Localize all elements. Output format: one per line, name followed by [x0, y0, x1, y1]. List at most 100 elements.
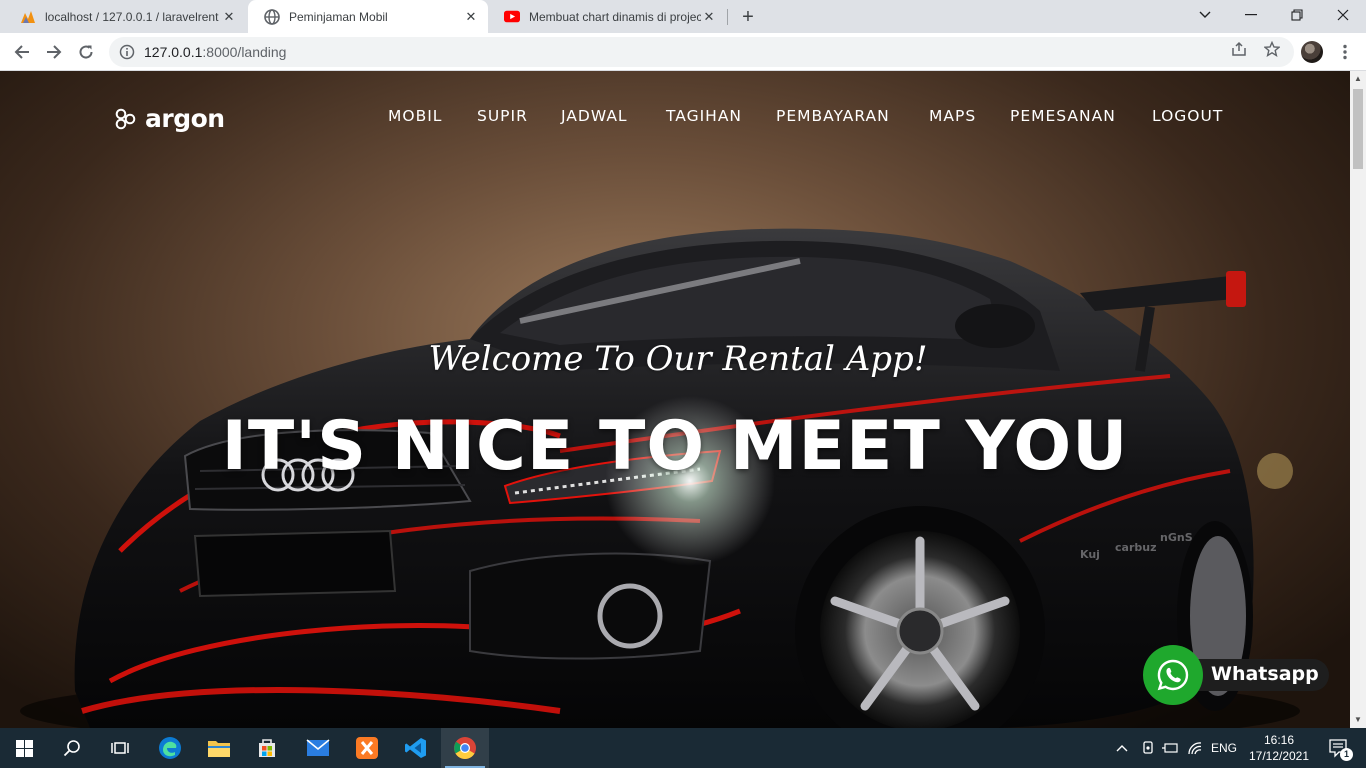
reload-button[interactable]	[72, 38, 100, 66]
reload-icon	[79, 45, 93, 59]
landing-page: Kuj carbuz nGnS argon MOBIL SUPIR JADWAL T…	[0, 71, 1350, 728]
vscode-button[interactable]	[392, 728, 440, 768]
svg-text:carbuz: carbuz	[1115, 541, 1156, 554]
scroll-up-icon[interactable]: ▲	[1354, 75, 1362, 83]
url-path: :8000/landing	[202, 44, 287, 60]
xampp-button[interactable]	[343, 728, 391, 768]
nav-mobil[interactable]: MOBIL	[388, 107, 442, 125]
language-indicator[interactable]: ENG	[1208, 728, 1240, 768]
hero-heading: IT'S NICE TO MEET YOU	[221, 407, 1129, 486]
new-tab-button[interactable]: +	[736, 5, 760, 29]
edge-app-button[interactable]	[146, 728, 194, 768]
nav-supir[interactable]: SUPIR	[477, 107, 528, 125]
url-host: 127.0.0.1	[144, 44, 203, 60]
search-button[interactable]	[48, 728, 96, 768]
phpmyadmin-icon	[20, 9, 36, 25]
browser-toolbar: 127.0.0.1:8000/landing	[0, 33, 1366, 71]
wifi-icon	[1188, 742, 1202, 755]
nav-logout[interactable]: LOGOUT	[1152, 107, 1223, 125]
close-icon	[1337, 9, 1349, 21]
clock-time: 16:16	[1263, 733, 1295, 747]
minimize-icon	[1245, 14, 1257, 16]
nav-maps[interactable]: MAPS	[929, 107, 976, 125]
whatsapp-button[interactable]: Whatsapp	[1143, 645, 1329, 705]
windows-logo-icon	[15, 739, 33, 757]
system-clock[interactable]: 16:16 17/12/2021	[1244, 732, 1314, 764]
whatsapp-label: Whatsapp	[1211, 663, 1319, 685]
wifi-tray[interactable]	[1185, 728, 1205, 768]
profile-avatar[interactable]	[1301, 41, 1323, 63]
battery-plug-icon	[1162, 743, 1178, 753]
address-bar[interactable]: 127.0.0.1:8000/landing	[109, 37, 1294, 67]
nav-pemesanan[interactable]: PEMESANAN	[1010, 107, 1116, 125]
hero-lead: Welcome To Our Rental App!	[428, 339, 928, 379]
scroll-down-icon[interactable]: ▼	[1354, 716, 1362, 724]
notification-count-badge: 1	[1340, 748, 1353, 761]
bookmark-button[interactable]	[1263, 40, 1281, 58]
show-hidden-icons-button[interactable]	[1112, 728, 1132, 768]
restore-button[interactable]	[1274, 0, 1320, 30]
tab-youtube[interactable]: Membuat chart dinamis di project ✕	[488, 0, 726, 33]
share-button[interactable]	[1230, 40, 1248, 58]
xampp-icon	[356, 737, 378, 759]
windows-taskbar: ENG 16:16 17/12/2021 1	[0, 728, 1366, 768]
tab-title: Peminjaman Mobil	[289, 9, 388, 24]
vscode-icon	[405, 738, 426, 758]
chevron-down-icon	[1199, 11, 1211, 18]
svg-text:nGnS: nGnS	[1160, 531, 1193, 544]
scrollbar-thumb[interactable]	[1353, 89, 1363, 169]
battery-tray[interactable]	[1160, 728, 1180, 768]
close-tab-icon[interactable]: ✕	[221, 9, 237, 25]
search-icon	[63, 740, 80, 757]
tab-title: Membuat chart dinamis di project	[529, 9, 701, 24]
task-view-icon	[111, 742, 129, 754]
chevron-up-icon	[1116, 745, 1128, 752]
minimize-button[interactable]	[1228, 0, 1274, 30]
whatsapp-icon	[1143, 645, 1203, 705]
brand-name: argon	[145, 104, 225, 133]
nav-pembayaran[interactable]: PEMBAYARAN	[776, 107, 890, 125]
argon-logo-icon	[115, 108, 136, 129]
clock-date: 17/12/2021	[1248, 749, 1310, 763]
tab-search-button[interactable]	[1182, 0, 1228, 30]
edge-icon	[159, 737, 181, 759]
close-tab-icon[interactable]: ✕	[701, 9, 717, 25]
store-button[interactable]	[243, 728, 291, 768]
tab-title: localhost / 127.0.0.1 / laravelrent	[45, 9, 219, 24]
forward-button[interactable]	[40, 38, 68, 66]
folder-icon	[208, 741, 230, 757]
arrow-left-icon	[14, 45, 29, 59]
tab-phpmyadmin[interactable]: localhost / 127.0.0.1 / laravelrent ✕	[4, 0, 246, 33]
mail-icon	[306, 739, 330, 756]
url-text: 127.0.0.1:8000/landing	[144, 44, 286, 60]
tab-peminjaman-mobil[interactable]: Peminjaman Mobil ✕	[248, 0, 488, 33]
youtube-icon	[504, 9, 520, 25]
file-explorer-button[interactable]	[195, 728, 243, 768]
hero-car-image: Kuj carbuz nGnS	[20, 228, 1300, 728]
globe-icon	[264, 8, 280, 25]
chrome-icon	[454, 737, 476, 759]
info-icon[interactable]	[119, 44, 135, 60]
arrow-right-icon	[47, 45, 62, 59]
browser-menu-button[interactable]	[1335, 38, 1355, 66]
chrome-app-button[interactable]	[441, 728, 489, 768]
action-center-button[interactable]: 1	[1318, 728, 1358, 768]
store-icon	[259, 739, 275, 757]
share-icon	[1232, 41, 1246, 56]
more-vertical-icon	[1343, 44, 1347, 60]
device-icon	[1143, 741, 1153, 754]
tab-strip: localhost / 127.0.0.1 / laravelrent ✕ Pe…	[0, 0, 1366, 33]
nav-tagihan[interactable]: TAGIHAN	[666, 107, 742, 125]
page-scrollbar[interactable]: ▲ ▼	[1350, 71, 1366, 728]
close-tab-icon[interactable]: ✕	[463, 9, 479, 25]
task-view-button[interactable]	[96, 728, 144, 768]
location-tray[interactable]	[1138, 728, 1158, 768]
brand-logo[interactable]: argon	[115, 104, 225, 133]
close-window-button[interactable]	[1320, 0, 1366, 30]
star-icon	[1264, 41, 1280, 57]
back-button[interactable]	[8, 38, 36, 66]
start-button[interactable]	[0, 728, 48, 768]
mail-button[interactable]	[294, 728, 342, 768]
restore-icon	[1291, 9, 1303, 21]
nav-jadwal[interactable]: JADWAL	[561, 107, 628, 125]
